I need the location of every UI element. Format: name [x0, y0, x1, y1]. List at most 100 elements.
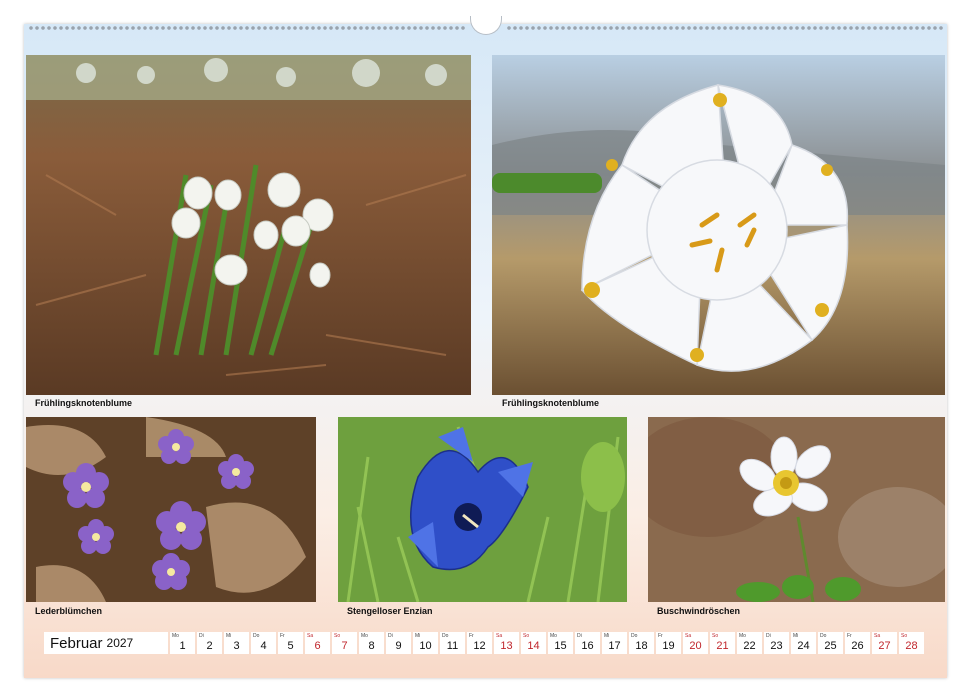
weekday-label: So [523, 633, 530, 639]
day-cell: Do 18 [629, 632, 654, 654]
weekday-label: Mi [226, 633, 232, 639]
day-cell: Di 16 [575, 632, 600, 654]
day-cell: Mi 10 [413, 632, 438, 654]
weekday-label: Sa [307, 633, 314, 639]
day-cell: Sa 20 [683, 632, 708, 654]
weekday-label: Do [820, 633, 827, 639]
weekday-label: Di [388, 633, 393, 639]
weekday-label: So [712, 633, 719, 639]
photo-snowflake-cluster [26, 55, 471, 395]
day-number: 9 [395, 640, 402, 652]
weekday-label: Sa [496, 633, 503, 639]
day-number: 15 [554, 640, 567, 652]
weekday-label: Do [253, 633, 260, 639]
day-number: 7 [341, 640, 348, 652]
day-number: 11 [446, 640, 459, 652]
day-cell: So 14 [521, 632, 546, 654]
weekday-label: Do [442, 633, 449, 639]
day-cell: Fr 5 [278, 632, 303, 654]
weekday-label: Fr [469, 633, 474, 639]
day-cell: Mi 3 [224, 632, 249, 654]
day-number: 1 [179, 640, 186, 652]
day-cell: Mi 24 [791, 632, 816, 654]
day-number: 12 [473, 640, 486, 652]
photo1-caption: Frühlingsknotenblume [35, 398, 133, 408]
photo-liverwort [26, 417, 316, 602]
day-number: 17 [608, 640, 621, 652]
weekday-label: Mo [361, 633, 368, 639]
day-cell: Di 23 [764, 632, 789, 654]
day-number: 23 [770, 640, 783, 652]
weekday-label: Di [766, 633, 771, 639]
binding-holes-right [505, 25, 943, 31]
weekday-label: Sa [874, 633, 881, 639]
day-number: 10 [419, 640, 432, 652]
binding-holes-left [28, 25, 466, 31]
day-number: 21 [716, 640, 729, 652]
day-number: 3 [233, 640, 240, 652]
day-cell: Sa 6 [305, 632, 330, 654]
weekday-label: Mi [604, 633, 610, 639]
day-cell: Do 4 [251, 632, 276, 654]
day-cell: Fr 12 [467, 632, 492, 654]
photo2-caption: Frühlingsknotenblume [502, 398, 600, 408]
weekday-label: Di [577, 633, 582, 639]
day-cell: Do 25 [818, 632, 843, 654]
day-number: 18 [635, 640, 648, 652]
day-cells: Mo 1 Di 2 Mi 3 Do 4 Fr 5 Sa 6 So 7 Mo 8 Di 9 Mi 10 Do 11 Fr 12 S… [170, 632, 924, 654]
weekday-label: Mo [739, 633, 746, 639]
day-cell: Fr 19 [656, 632, 681, 654]
weekday-label: Sa [685, 633, 692, 639]
day-cell: Do 11 [440, 632, 465, 654]
photo-wood-anemone [648, 417, 945, 602]
day-number: 6 [314, 640, 321, 652]
weekday-label: Mo [172, 633, 179, 639]
photo-gentian [338, 417, 627, 602]
day-cell: Mo 1 [170, 632, 195, 654]
photo3-caption: Lederblümchen [35, 606, 103, 616]
hanger-hook [469, 15, 502, 35]
day-cell: Mo 22 [737, 632, 762, 654]
weekday-label: Fr [658, 633, 663, 639]
year-label: 2027 [106, 636, 134, 650]
month-name: Februar [50, 634, 103, 652]
weekday-label: So [901, 633, 908, 639]
day-cell: So 7 [332, 632, 357, 654]
day-cell: Di 9 [386, 632, 411, 654]
weekday-label: Fr [847, 633, 852, 639]
day-number: 14 [527, 640, 540, 652]
day-number: 26 [851, 640, 864, 652]
photo5-caption: Buschwindröschen [657, 606, 741, 616]
day-number: 19 [662, 640, 675, 652]
calendar-strip: Februar 2027 Mo 1 Di 2 Mi 3 Do 4 Fr 5 Sa 6 So 7 Mo 8 Di 9… [44, 632, 924, 654]
day-number: 22 [743, 640, 756, 652]
day-number: 28 [905, 640, 918, 652]
day-number: 8 [368, 640, 375, 652]
weekday-label: Do [631, 633, 638, 639]
weekday-label: Fr [280, 633, 285, 639]
day-number: 24 [797, 640, 810, 652]
day-cell: Fr 26 [845, 632, 870, 654]
day-number: 27 [878, 640, 891, 652]
spiral-binding [24, 15, 947, 35]
day-number: 25 [824, 640, 837, 652]
day-number: 2 [206, 640, 213, 652]
weekday-label: Mo [550, 633, 557, 639]
day-number: 13 [500, 640, 513, 652]
day-cell: Mo 15 [548, 632, 573, 654]
day-cell: So 21 [710, 632, 735, 654]
day-cell: Di 2 [197, 632, 222, 654]
day-number: 4 [260, 640, 267, 652]
day-cell: So 28 [899, 632, 924, 654]
weekday-label: Di [199, 633, 204, 639]
photo-snowflake-closeup [492, 55, 945, 395]
day-number: 16 [581, 640, 594, 652]
day-cell: Mo 8 [359, 632, 384, 654]
photo4-caption: Stengelloser Enzian [347, 606, 433, 616]
month-label-box: Februar 2027 [44, 632, 168, 654]
day-number: 5 [287, 640, 294, 652]
weekday-label: So [334, 633, 341, 639]
day-cell: Sa 27 [872, 632, 897, 654]
weekday-label: Mi [793, 633, 799, 639]
weekday-label: Mi [415, 633, 421, 639]
